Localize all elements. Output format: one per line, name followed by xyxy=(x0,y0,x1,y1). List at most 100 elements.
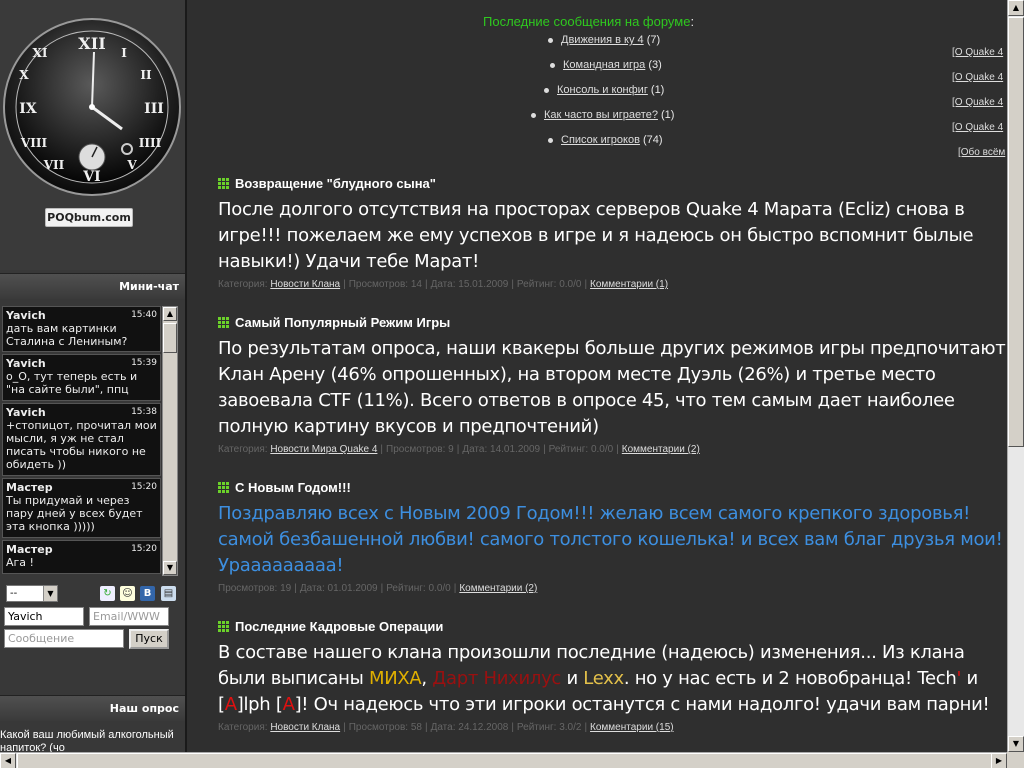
svg-text:V: V xyxy=(126,158,137,172)
page-vertical-scrollbar[interactable]: ▲ ▼ xyxy=(1007,0,1024,752)
chat-time: 15:39 xyxy=(131,358,157,368)
svg-text:IX: IX xyxy=(19,101,37,117)
forum-title: Последние сообщения на форуме: xyxy=(483,14,695,29)
comments-link[interactable]: Комментарии (2) xyxy=(622,444,700,455)
clock-icon: XII I II III XI X IX VIII VII VI V IIII xyxy=(3,18,181,196)
news-meta: Категория: Новости Мира Quake 4 | Просмотр… xyxy=(218,444,700,455)
scroll-up-icon[interactable]: ▲ xyxy=(1008,0,1024,16)
poll-header: Наш опрос xyxy=(0,695,185,721)
forum-topic-link[interactable]: Список игроков xyxy=(561,134,640,146)
scroll-thumb[interactable] xyxy=(17,753,992,768)
news-title[interactable]: Самый Популярный Режим Игры xyxy=(218,314,1007,330)
scroll-down-icon[interactable]: ▼ xyxy=(163,561,177,575)
news-title[interactable]: Возвращение "блудного сына" xyxy=(218,175,1007,191)
archive-icon[interactable]: ▤ xyxy=(161,586,176,601)
poll-question: Какой ваш любимый алкогольный напиток? (… xyxy=(0,729,174,752)
minichat-scrollbar[interactable]: ▲ ▼ xyxy=(162,306,178,576)
page-horizontal-scrollbar[interactable]: ◀ ▶ xyxy=(0,752,1007,768)
chat-message: Yavich 15:40 дать вам картинки Сталина с … xyxy=(2,306,161,352)
chat-message: Yavich 15:39 o_O, тут теперь есть и "на с… xyxy=(2,354,161,401)
chat-text: +стопицот, прочитал мои мысли, я уж не с… xyxy=(6,419,157,471)
send-button[interactable]: Пуск xyxy=(129,629,169,649)
forum-section-link[interactable]: [О Quake 4 xyxy=(952,122,1003,133)
forum-item: Командная игра (3) xyxy=(550,59,662,71)
chat-user[interactable]: Yavich xyxy=(6,309,46,322)
scroll-thumb[interactable] xyxy=(1008,17,1024,447)
name-field[interactable]: Yavich xyxy=(4,607,84,626)
chat-user[interactable]: Мастер xyxy=(6,481,53,494)
chat-time: 15:20 xyxy=(131,544,157,554)
svg-text:XII: XII xyxy=(78,34,105,53)
smile-icon[interactable]: ☺ xyxy=(120,586,135,601)
site-logo[interactable]: POQbum.com xyxy=(45,208,133,227)
bbcode-icon[interactable]: B xyxy=(140,586,155,601)
forum-section-link[interactable]: [О Quake 4 xyxy=(952,47,1003,58)
news-meta: Просмотров: 19 | Дата: 01.01.2009 | Рейтинг:… xyxy=(218,583,538,594)
forum-item: Движения в ку 4 (7) xyxy=(548,34,660,46)
refresh-icon[interactable]: ↻ xyxy=(100,586,115,601)
svg-text:VIII: VIII xyxy=(20,136,48,150)
chat-user[interactable]: Мастер xyxy=(6,543,53,556)
chat-message: Yavich 15:38 +стопицот, прочитал мои мысл… xyxy=(2,403,161,476)
bullet-icon xyxy=(544,87,549,93)
news-body: После долгого отсутствия на просторах се… xyxy=(218,199,974,272)
minichat-toolbar: -- ▼ ↻ ☺ B ▤ xyxy=(4,584,179,604)
smile-select[interactable]: -- ▼ xyxy=(6,585,58,602)
minichat-header: Мини-чат xyxy=(0,273,185,299)
forum-topic-link[interactable]: Движения в ку 4 xyxy=(561,34,644,46)
scroll-thumb[interactable] xyxy=(163,323,177,353)
grid-bullet-icon xyxy=(218,316,229,328)
news-title[interactable]: С Новым Годом!!! xyxy=(218,479,1007,495)
forum-section-link[interactable]: [О Quake 4 xyxy=(952,72,1003,83)
chat-text: Ага ! xyxy=(6,556,34,569)
news-meta: Категория: Новости Клана | Просмотров: 58 |… xyxy=(218,722,674,733)
scroll-up-icon[interactable]: ▲ xyxy=(163,307,177,321)
bullet-icon xyxy=(548,137,553,143)
news-meta: Категория: Новости Клана | Просмотров: 14 |… xyxy=(218,279,669,290)
forum-item: Как часто вы играете? (1) xyxy=(531,109,674,121)
scrollbar-corner xyxy=(1007,752,1024,768)
news-entry: Последние Кадровые Операции В составе на… xyxy=(218,618,1007,733)
forum-topic-link[interactable]: Командная игра xyxy=(563,59,645,71)
main-content: Последние сообщения на форуме: Движения … xyxy=(189,0,1007,752)
message-field[interactable]: Сообщение xyxy=(4,629,124,648)
member-name: Lexx xyxy=(583,668,624,689)
scroll-right-icon[interactable]: ▶ xyxy=(991,753,1007,768)
member-name: МИХА xyxy=(368,668,422,689)
chat-user[interactable]: Yavich xyxy=(6,406,46,419)
comments-link[interactable]: Комментарии (1) xyxy=(590,279,668,290)
chat-time: 15:38 xyxy=(131,407,157,417)
news-entry: Самый Популярный Режим Игры По результат… xyxy=(218,314,1007,455)
bullet-icon xyxy=(531,112,536,118)
left-sidebar: XII I II III XI X IX VIII VII VI V IIII … xyxy=(0,0,187,752)
svg-text:IIII: IIII xyxy=(139,136,162,150)
category-link[interactable]: Новости Клана xyxy=(270,279,340,290)
bullet-icon xyxy=(550,62,555,68)
chat-text: дать вам картинки Сталина с Лениным? xyxy=(6,322,128,348)
svg-text:XI: XI xyxy=(33,46,48,60)
scroll-left-icon[interactable]: ◀ xyxy=(0,753,16,768)
chat-user[interactable]: Yavich xyxy=(6,357,46,370)
email-field[interactable]: Email/WWW xyxy=(89,607,169,626)
svg-text:II: II xyxy=(140,68,152,82)
chat-time: 15:20 xyxy=(131,482,157,492)
forum-section-link[interactable]: [Обо всём xyxy=(958,147,1005,158)
minichat-messages: Yavich 15:40 дать вам картинки Сталина с … xyxy=(2,306,161,576)
forum-topic-link[interactable]: Консоль и конфиг xyxy=(557,84,648,96)
bullet-icon xyxy=(548,37,553,43)
chat-time: 15:40 xyxy=(131,310,157,320)
news-entry: С Новым Годом!!! Поздравляю всех с Новым… xyxy=(218,479,1007,594)
member-name: Дарт Нихилус xyxy=(432,668,562,689)
comments-link[interactable]: Комментарии (2) xyxy=(459,583,537,594)
category-link[interactable]: Новости Мира Quake 4 xyxy=(270,444,377,455)
svg-text:VI: VI xyxy=(82,169,100,185)
forum-item: Консоль и конфиг (1) xyxy=(544,84,664,96)
news-title[interactable]: Последние Кадровые Операции xyxy=(218,618,1007,634)
svg-text:I: I xyxy=(121,46,127,60)
news-body: Поздравляю всех с Новым 2009 Годом!!! же… xyxy=(218,503,1003,576)
comments-link[interactable]: Комментарии (15) xyxy=(590,722,674,733)
scroll-down-icon[interactable]: ▼ xyxy=(1008,736,1024,752)
forum-section-link[interactable]: [О Quake 4 xyxy=(952,97,1003,108)
forum-topic-link[interactable]: Как часто вы играете? xyxy=(544,109,658,121)
category-link[interactable]: Новости Клана xyxy=(270,722,340,733)
